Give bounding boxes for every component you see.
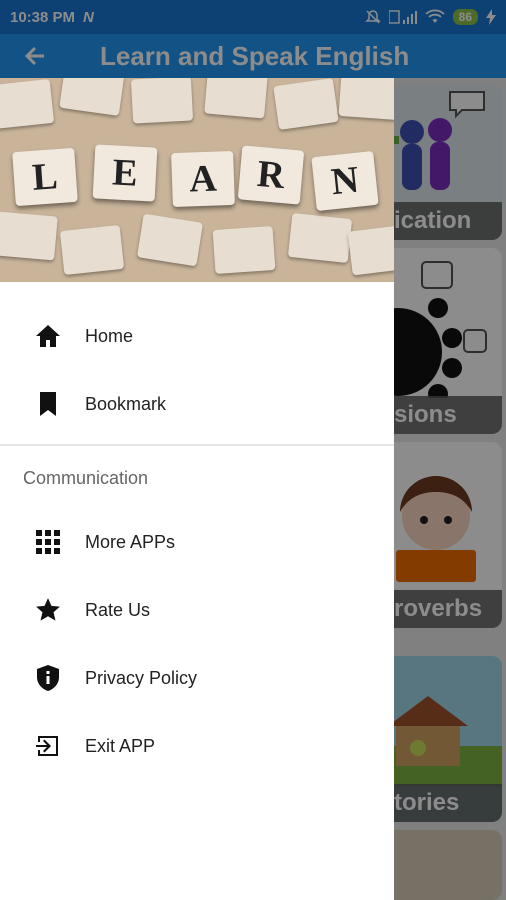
drawer-item-label: Bookmark <box>85 393 167 414</box>
letter-tile: N <box>311 150 379 212</box>
drawer-item-more-apps[interactable]: More APPs <box>0 508 394 576</box>
letter-tile: E <box>92 144 158 202</box>
drawer-menu: Home Bookmark Communication More APPs Ra… <box>0 282 394 780</box>
letter-tile: R <box>237 145 305 205</box>
drawer-item-label: Privacy Policy <box>85 667 198 688</box>
apps-grid-icon <box>34 528 62 556</box>
drawer-header-image: L E A R N <box>0 78 394 282</box>
letter-tile: A <box>171 150 235 208</box>
drawer-item-rate-us[interactable]: Rate Us <box>0 576 394 644</box>
drawer-item-label: Rate Us <box>85 599 151 620</box>
drawer-item-exit-app[interactable]: Exit APP <box>0 712 394 780</box>
drawer-item-label: More APPs <box>85 531 176 552</box>
drawer-item-bookmark[interactable]: Bookmark <box>0 370 394 438</box>
exit-icon <box>34 732 62 760</box>
shield-icon <box>34 664 62 692</box>
drawer-item-label: Home <box>85 325 134 346</box>
drawer-section-title: Communication <box>23 468 149 488</box>
drawer-item-home[interactable]: Home <box>0 302 394 370</box>
navigation-drawer: L E A R N Home Bookmark Communication Mo… <box>0 78 394 900</box>
letter-tile: L <box>12 147 78 207</box>
star-icon <box>34 596 62 624</box>
drawer-item-label: Exit APP <box>85 735 156 756</box>
bookmark-icon <box>34 390 62 418</box>
drawer-item-privacy-policy[interactable]: Privacy Policy <box>0 644 394 712</box>
home-icon <box>34 322 62 350</box>
